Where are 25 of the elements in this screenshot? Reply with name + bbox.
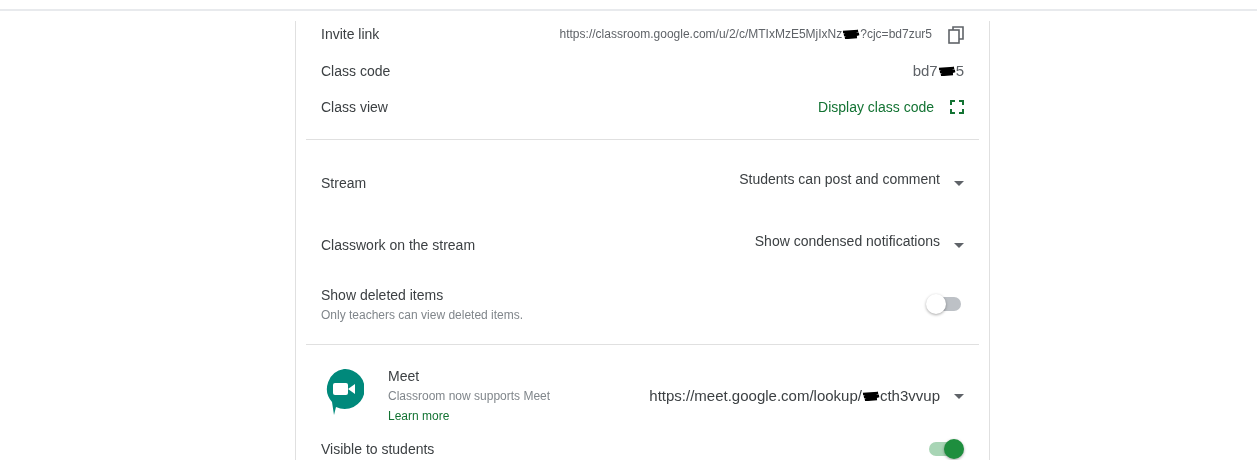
setting-label: Visible to students [321,439,435,459]
class-code-text: 5 [955,60,964,81]
setting-label: Class code [321,61,391,81]
redaction-scribble-icon [842,29,861,39]
caret-icon [954,242,964,248]
caret-icon [954,393,964,399]
meet-title: Meet [388,367,421,386]
display-class-code-link[interactable]: Display class code [818,96,964,118]
fullscreen-icon [950,100,964,114]
setting-label: Invite link [321,24,380,44]
class-code-text: bd7 [912,60,938,81]
meet-description: Classroom now supports Meet [388,388,551,405]
invite-link-url: ?cjc=bd7zur5 [860,26,932,43]
video-camera-bubble-icon [324,369,364,415]
setting-description: Only teachers can view deleted items. [321,306,524,324]
setting-label: Stream [321,173,367,193]
setting-label: Class view [321,97,388,117]
caret-icon [954,180,964,186]
invite-link-url: https://classroom.google.com/u/2/c/MTIxMzE5MjIxNz [559,26,843,43]
meet-link-dropdown[interactable]: https://meet.google.com/lookup/ cth3vvup [649,384,964,408]
setting-label: Classwork on the stream [321,235,476,255]
redaction-scribble-icon [861,391,880,401]
redaction-scribble-icon [937,66,956,76]
learn-more-link[interactable]: Learn more [388,407,450,425]
setting-label: Show deleted items [321,285,445,305]
